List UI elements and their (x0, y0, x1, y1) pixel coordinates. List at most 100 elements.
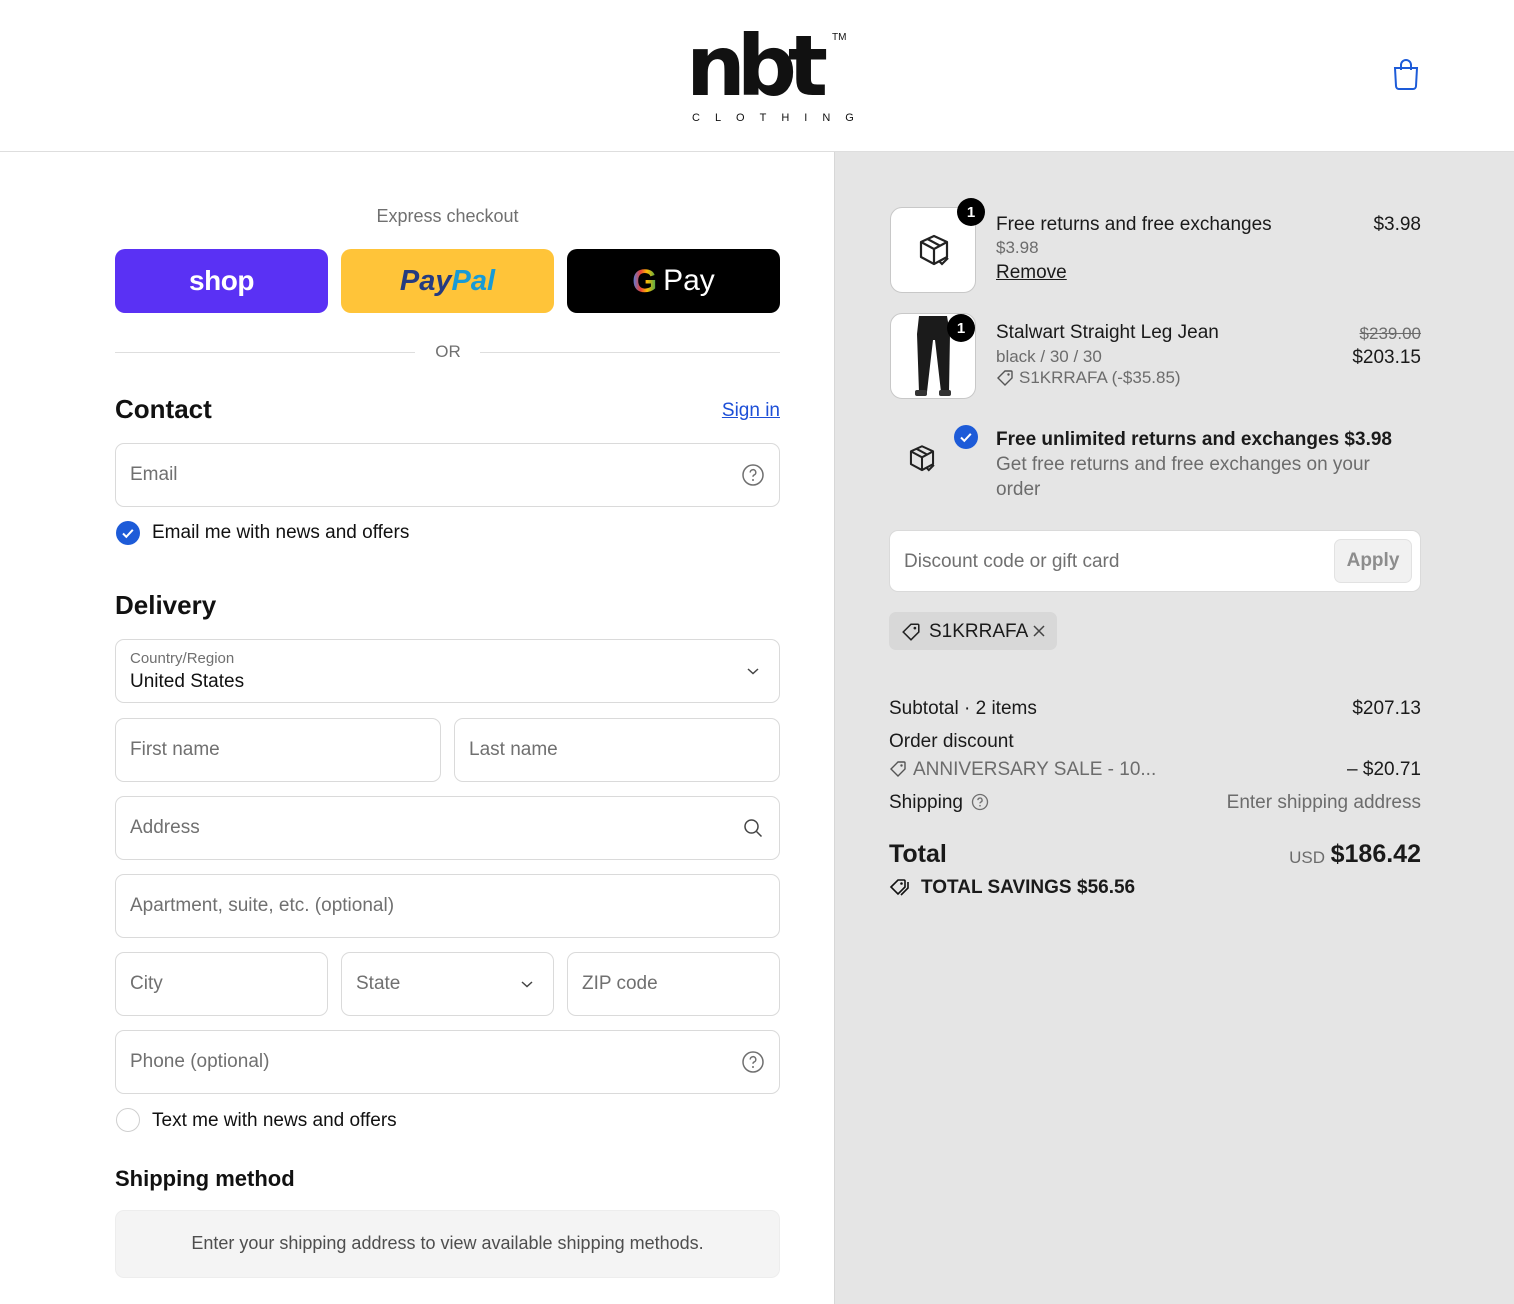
state-placeholder: State (356, 973, 401, 994)
shopping-bag-icon[interactable] (1392, 58, 1420, 90)
order-discount-code: ANNIVERSARY SALE - 10... (913, 759, 1157, 780)
total-value: $186.42 (1330, 840, 1421, 868)
text-checkbox-label: Text me with news and offers (152, 1110, 397, 1131)
product-thumbnail: 1 (890, 198, 985, 293)
help-circle-icon[interactable] (741, 463, 765, 487)
item-discount: S1KRRAFA (-$35.85) (1019, 368, 1181, 387)
shop-pay-label: shop (189, 265, 254, 296)
shipping-value: Enter shipping address (1226, 792, 1421, 813)
express-checkout-title: Express checkout (376, 206, 519, 226)
applied-code-pill: S1KRRAFA (889, 612, 1057, 650)
help-circle-icon[interactable] (971, 793, 989, 811)
paypal-label-pal: Pal (451, 264, 496, 297)
upsell-title: Free unlimited returns and exchanges $3.… (996, 429, 1392, 450)
shipping-method-heading: Shipping method (115, 1166, 295, 1191)
tags-icon (889, 879, 909, 896)
checkout-form: Express checkout shop Pay Pal G Pay OR Co… (0, 152, 834, 1304)
apartment-field[interactable]: Apartment, suite, etc. (optional) (115, 874, 780, 938)
item-title: Free returns and free exchanges (996, 214, 1272, 235)
logo-wordmark: nbt (686, 17, 828, 115)
product-thumbnail: 1 (890, 313, 976, 399)
shipping-method-placeholder: Enter your shipping address to view avai… (115, 1210, 780, 1278)
city-placeholder: City (130, 973, 163, 994)
quantity-badge: 1 (957, 198, 985, 226)
total-savings-value: $56.56 (1077, 877, 1136, 898)
paypal-label-pay: Pay (399, 264, 452, 297)
news-checkbox[interactable] (116, 521, 140, 545)
total-currency: USD (1289, 848, 1325, 867)
sign-in-link[interactable]: Sign in (722, 400, 780, 422)
upsell-checkbox[interactable] (954, 425, 978, 449)
subtotal-label: Subtotal · 2 items (889, 698, 1037, 719)
first-name-field[interactable]: First name (115, 718, 441, 782)
item-variant: black / 30 / 30 (996, 347, 1102, 366)
text-checkbox[interactable] (116, 1108, 140, 1132)
upsell-description-line1: Get free returns and free exchanges on y… (996, 454, 1370, 475)
tag-icon (890, 761, 906, 777)
item-original-price: $239.00 (1359, 324, 1421, 343)
chevron-down-icon (747, 668, 759, 675)
first-name-placeholder: First name (130, 739, 220, 760)
box-check-icon (919, 234, 949, 266)
quantity-badge: 1 (947, 314, 975, 342)
divider-right (480, 352, 780, 353)
item-price: $3.98 (1373, 214, 1421, 235)
divider-left (115, 352, 415, 353)
country-select[interactable]: Country/Region United States (115, 639, 780, 703)
discount-code-input[interactable]: Discount code or gift card Apply (889, 530, 1421, 592)
tag-icon (902, 623, 920, 641)
logo-trademark: TM (832, 32, 847, 43)
shipping-label: Shipping (889, 792, 963, 813)
order-discount-label: Order discount (889, 731, 1014, 752)
shipping-method-message: Enter your shipping address to view avai… (191, 1233, 704, 1253)
zip-field[interactable]: ZIP code (567, 952, 780, 1016)
email-field[interactable]: Email (115, 443, 780, 507)
item-title: Stalwart Straight Leg Jean (996, 322, 1219, 343)
chevron-down-icon (521, 981, 533, 988)
order-discount-value: – $20.71 (1347, 759, 1421, 780)
order-summary: 1 Free returns and free exchanges $3.98 … (834, 152, 1514, 1304)
or-divider-label: OR (435, 342, 461, 361)
paypal-button[interactable]: Pay Pal (341, 249, 554, 313)
contact-heading: Contact (115, 394, 212, 424)
applied-code-label: S1KRRAFA (929, 621, 1029, 642)
brand-logo[interactable]: nbt TM CLOTHING (686, 17, 854, 128)
checkmark-icon (960, 433, 972, 443)
close-icon[interactable] (1031, 623, 1047, 639)
state-select[interactable]: State (341, 952, 554, 1016)
remove-link[interactable]: Remove (996, 262, 1067, 284)
address-field[interactable]: Address (115, 796, 780, 860)
logo-subtitle: CLOTHING (692, 112, 869, 124)
discount-placeholder: Discount code or gift card (904, 551, 1120, 572)
phone-placeholder: Phone (optional) (130, 1051, 270, 1072)
shop-pay-button[interactable]: shop (115, 249, 328, 313)
tag-icon (997, 370, 1013, 386)
google-pay-button[interactable]: G Pay (567, 249, 780, 313)
news-checkbox-label: Email me with news and offers (152, 522, 410, 543)
item-price: $203.15 (1352, 347, 1421, 368)
google-g-icon: G (632, 262, 658, 299)
header: nbt TM CLOTHING (0, 0, 1514, 152)
total-savings-label: TOTAL SAVINGS (921, 877, 1072, 898)
box-check-icon (909, 445, 935, 472)
upsell-description-line2: order (996, 479, 1041, 500)
zip-placeholder: ZIP code (582, 973, 658, 994)
last-name-field[interactable]: Last name (454, 718, 780, 782)
delivery-heading: Delivery (115, 590, 217, 620)
item-subtitle: $3.98 (996, 238, 1039, 257)
checkmark-icon (122, 529, 134, 539)
country-label: Country/Region (130, 650, 235, 667)
apartment-placeholder: Apartment, suite, etc. (optional) (130, 895, 395, 916)
last-name-placeholder: Last name (469, 739, 558, 760)
city-field[interactable]: City (115, 952, 328, 1016)
search-icon (744, 819, 763, 838)
google-pay-label: Pay (663, 264, 715, 297)
total-label: Total (889, 840, 947, 868)
help-circle-icon[interactable] (741, 1050, 765, 1074)
apply-discount-button[interactable]: Apply (1334, 539, 1412, 583)
subtotal-value: $207.13 (1352, 698, 1421, 719)
address-placeholder: Address (130, 817, 200, 838)
country-value: United States (130, 671, 245, 692)
phone-field[interactable]: Phone (optional) (115, 1030, 780, 1094)
email-placeholder: Email (130, 464, 178, 485)
